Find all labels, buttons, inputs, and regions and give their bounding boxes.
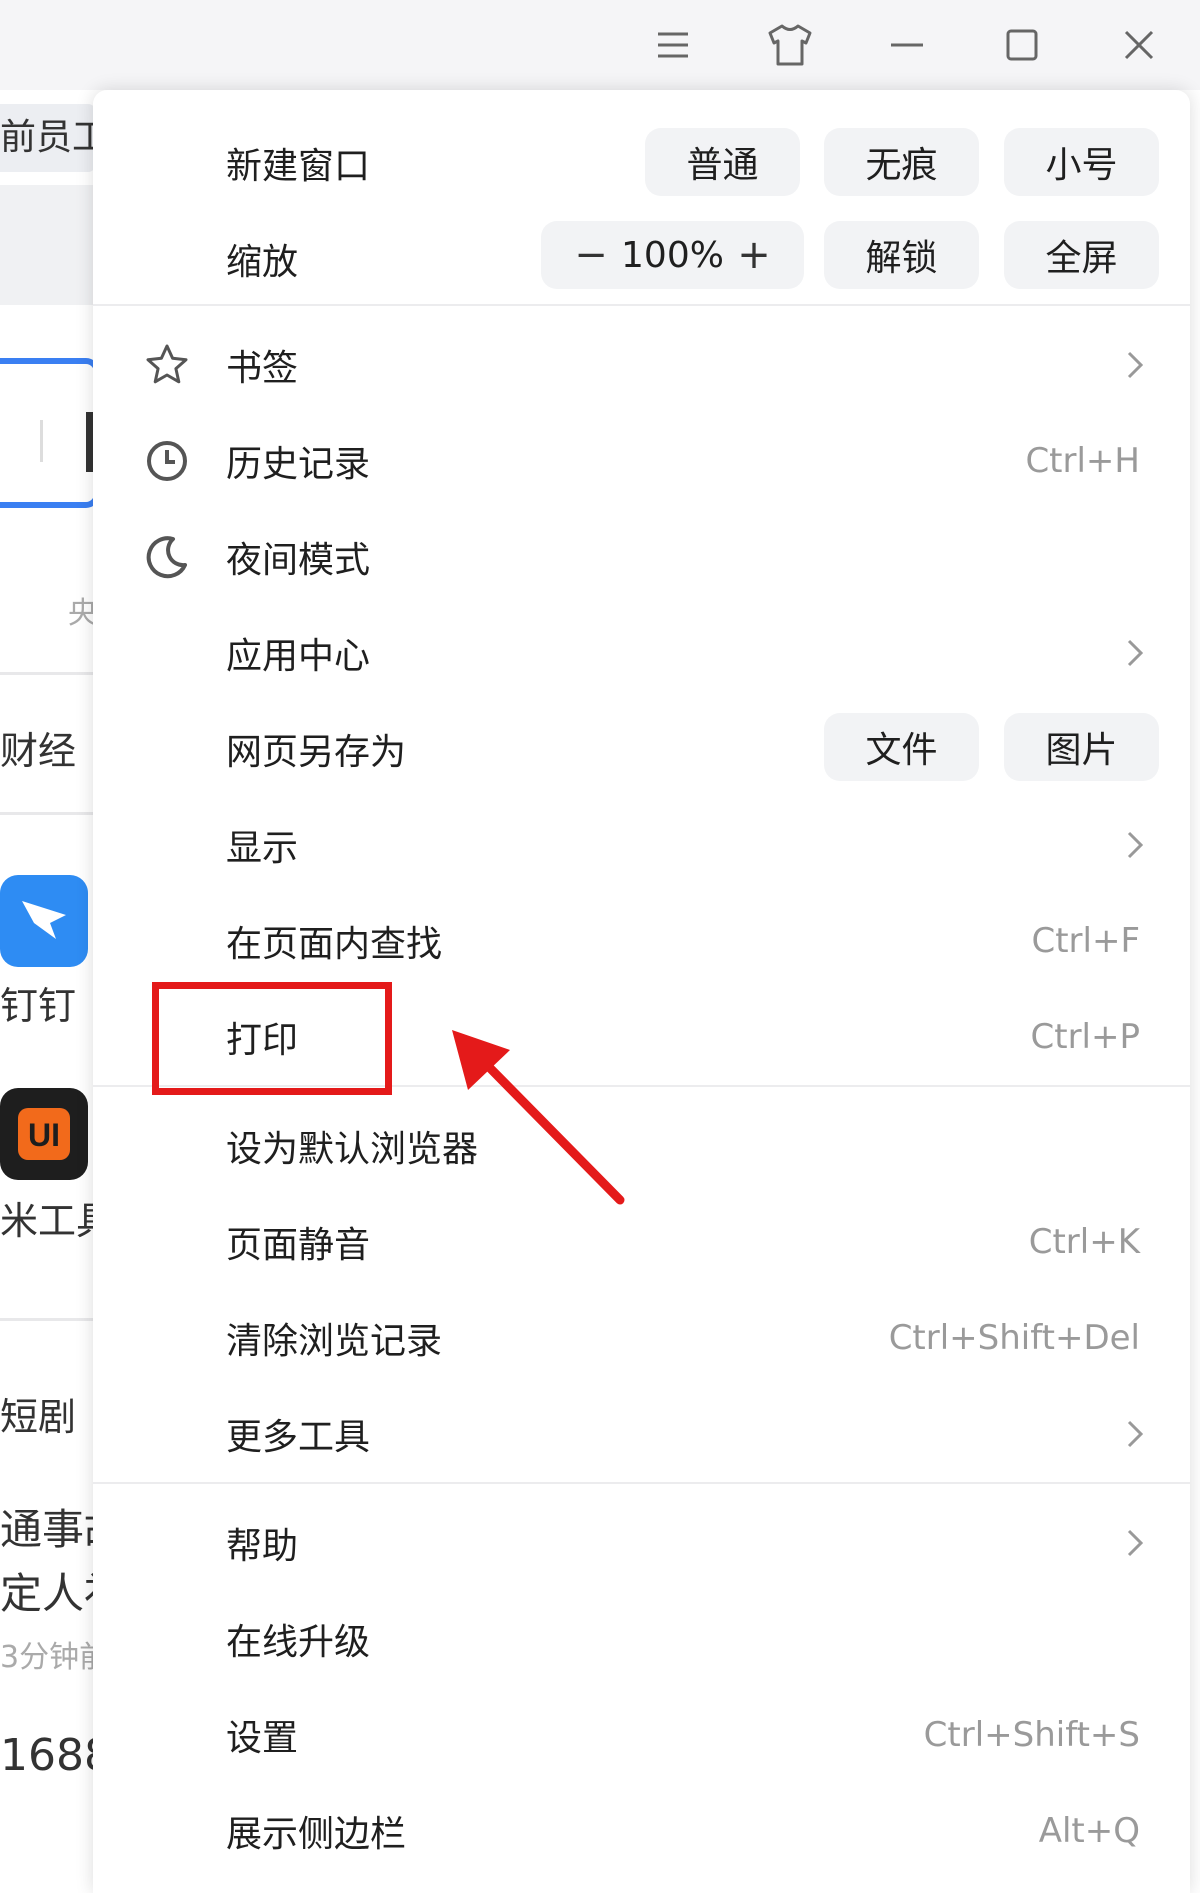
menu-item-clear-history[interactable]: 清除浏览记录 Ctrl+Shift+Del (93, 1290, 1190, 1386)
menu-item-label: 页面静音 (226, 1225, 371, 1266)
menu-icon[interactable] (638, 10, 708, 80)
background-banner (0, 185, 96, 305)
mi-tools-app-icon[interactable]: UI (0, 1088, 88, 1180)
minimize-icon[interactable] (872, 10, 942, 80)
menu-item-app-center[interactable]: 应用中心 (93, 605, 1190, 701)
menu-item-history[interactable]: 历史记录 Ctrl+H (93, 413, 1190, 509)
background-tab[interactable]: 前员工 (0, 104, 96, 172)
menu-item-shortcut: Ctrl+F (1031, 921, 1140, 961)
menu-item-label: 设置 (226, 1718, 299, 1759)
background-search-box[interactable] (0, 358, 100, 508)
new-window-label: 新建窗口 (226, 146, 371, 187)
menu-item-set-default-browser[interactable]: 设为默认浏览器 (93, 1098, 1190, 1194)
menu-item-label: 帮助 (226, 1526, 299, 1567)
fullscreen-button[interactable]: 全屏 (1004, 221, 1159, 289)
menu-divider (93, 304, 1190, 306)
menu-item-mute-page[interactable]: 页面静音 Ctrl+K (93, 1194, 1190, 1290)
skin-icon[interactable] (755, 10, 825, 80)
menu-item-shortcut: Ctrl+Shift+S (923, 1715, 1140, 1755)
chevron-right-icon (1120, 1495, 1150, 1591)
zoom-level: 100% (621, 234, 724, 276)
new-window-normal-button[interactable]: 普通 (645, 128, 800, 196)
menu-item-more-tools[interactable]: 更多工具 (93, 1386, 1190, 1482)
background-search-divider (40, 420, 43, 462)
menu-item-shortcut: Alt+Q (1038, 1811, 1140, 1851)
svg-text:UI: UI (28, 1117, 60, 1153)
menu-item-label: 在页面内查找 (226, 924, 443, 965)
dingtalk-app-label: 钉钉 (0, 984, 77, 1028)
title-bar (0, 0, 1200, 90)
zoom-in-button[interactable]: + (734, 232, 774, 278)
menu-item-shortcut: Ctrl+Shift+Del (888, 1318, 1140, 1358)
menu-item-find-in-page[interactable]: 在页面内查找 Ctrl+F (93, 893, 1190, 989)
dingtalk-app-icon[interactable] (0, 875, 88, 967)
menu-item-shortcut: Ctrl+H (1025, 441, 1140, 481)
moon-icon (145, 509, 189, 605)
menu-item-label: 展示侧边栏 (226, 1814, 407, 1855)
save-as-file-button[interactable]: 文件 (824, 713, 979, 781)
background-tab-label: 前员工 (0, 117, 96, 158)
menu-item-label: 书签 (226, 348, 299, 389)
menu-item-online-upgrade[interactable]: 在线升级 (93, 1591, 1190, 1687)
background-divider (0, 812, 96, 815)
menu-item-label: 应用中心 (226, 636, 371, 677)
menu-item-show-sidebar[interactable]: 展示侧边栏 Alt+Q (93, 1783, 1190, 1879)
close-icon[interactable] (1104, 10, 1174, 80)
background-finance-tab[interactable]: 财经 (0, 720, 76, 775)
star-icon (145, 317, 189, 413)
menu-item-shortcut: Ctrl+P (1030, 1017, 1141, 1057)
print-highlight-box (152, 982, 392, 1095)
background-divider (0, 672, 96, 675)
clock-icon (145, 413, 189, 509)
menu-item-label: 更多工具 (226, 1417, 371, 1458)
menu-item-label: 夜间模式 (226, 540, 371, 581)
red-arrow-icon (452, 1030, 625, 1205)
chevron-right-icon (1120, 605, 1150, 701)
menu-item-bookmarks[interactable]: 书签 (93, 317, 1190, 413)
menu-item-night-mode[interactable]: 夜间模式 (93, 509, 1190, 605)
new-window-alt-account-button[interactable]: 小号 (1004, 128, 1159, 196)
background-drama-tab[interactable]: 短剧 (0, 1386, 76, 1441)
chevron-right-icon (1120, 317, 1150, 413)
zoom-out-button[interactable]: − (571, 232, 611, 278)
menu-item-label: 历史记录 (226, 444, 371, 485)
menu-item-label: 显示 (226, 828, 299, 869)
menu-item-label: 网页另存为 (226, 732, 407, 773)
menu-divider (93, 1482, 1190, 1484)
menu-item-label: 在线升级 (226, 1622, 371, 1663)
menu-item-shortcut: Ctrl+K (1028, 1222, 1140, 1262)
menu-item-display[interactable]: 显示 (93, 797, 1190, 893)
background-divider (0, 1318, 96, 1321)
chevron-right-icon (1120, 797, 1150, 893)
zoom-control: − 100% + (541, 221, 804, 289)
new-window-incognito-button[interactable]: 无痕 (824, 128, 979, 196)
zoom-unlock-button[interactable]: 解锁 (824, 221, 979, 289)
save-as-image-button[interactable]: 图片 (1004, 713, 1159, 781)
menu-item-settings[interactable]: 设置 Ctrl+Shift+S (93, 1687, 1190, 1783)
zoom-label: 缩放 (226, 242, 299, 283)
maximize-icon[interactable] (987, 10, 1057, 80)
chevron-right-icon (1120, 1386, 1150, 1482)
menu-item-help[interactable]: 帮助 (93, 1495, 1190, 1591)
menu-item-label: 清除浏览记录 (226, 1321, 443, 1362)
